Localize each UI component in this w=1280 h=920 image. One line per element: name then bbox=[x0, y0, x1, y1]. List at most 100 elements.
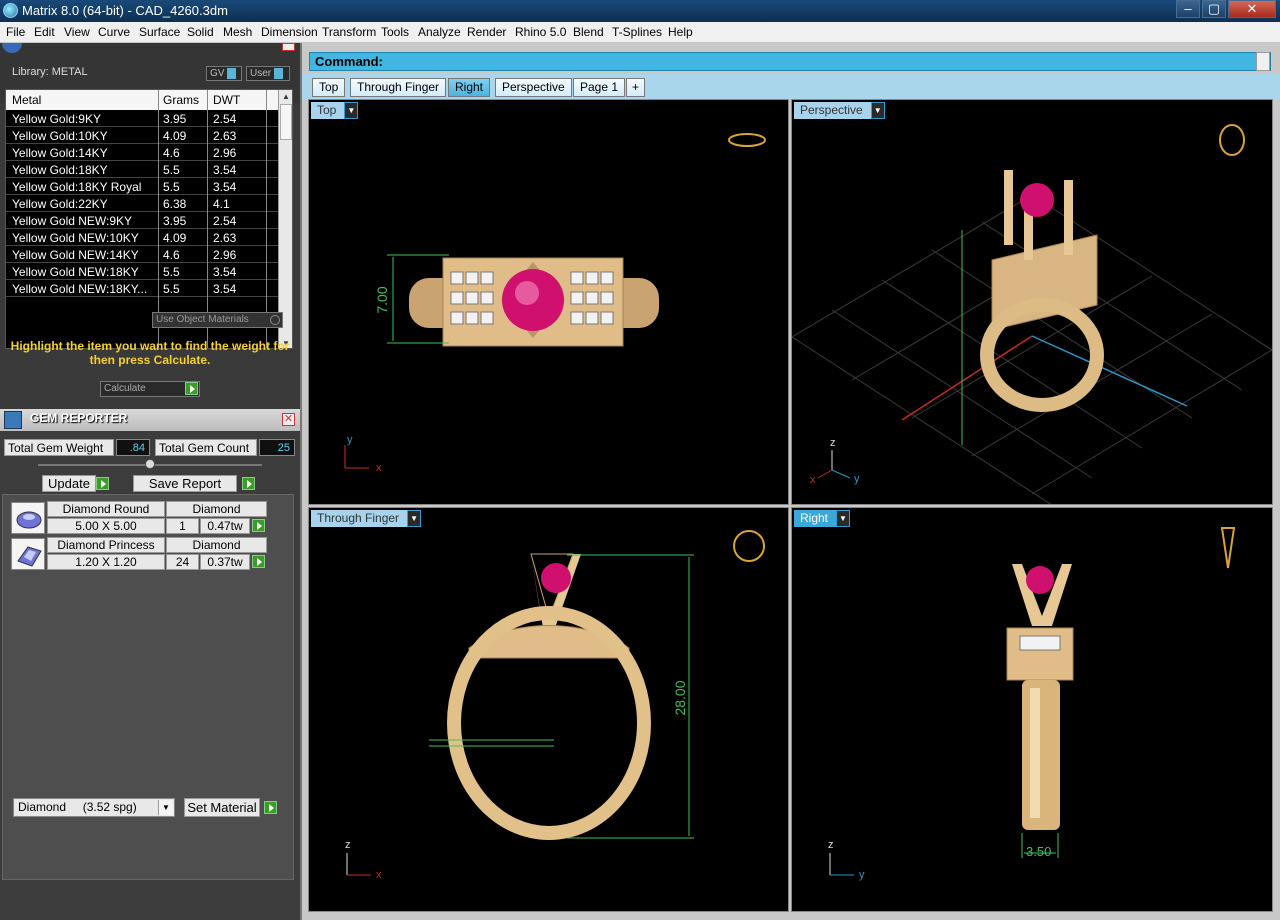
library-close-icon[interactable] bbox=[282, 43, 295, 51]
menu-curve[interactable]: Curve bbox=[98, 25, 130, 39]
princess-gem-icon bbox=[17, 546, 42, 567]
viewport-right[interactable]: Right ▼ 3.50 z y bbox=[791, 507, 1273, 912]
gem-princess-thumbnail bbox=[11, 538, 45, 570]
gem-go-icon[interactable] bbox=[252, 555, 265, 568]
total-gem-count-value: 25 bbox=[259, 439, 295, 456]
maximize-button[interactable]: ▢ bbox=[1202, 0, 1226, 18]
gem-size[interactable]: 1.20 X 1.20 bbox=[47, 554, 165, 570]
metal-row[interactable]: Yellow Gold NEW:14KY 4.6 2.96 bbox=[6, 246, 278, 263]
user-toggle[interactable]: User bbox=[246, 66, 290, 81]
metal-name: Yellow Gold:10KY bbox=[12, 129, 108, 143]
total-gem-count-label: Total Gem Count bbox=[155, 439, 257, 456]
tab-perspective[interactable]: Perspective bbox=[495, 78, 572, 97]
col-divider bbox=[266, 90, 267, 348]
gem-count[interactable]: 1 bbox=[166, 518, 199, 534]
metal-grams: 3.95 bbox=[163, 112, 187, 126]
menu-tsplines[interactable]: T-Splines bbox=[612, 25, 662, 39]
tab-right[interactable]: Right bbox=[448, 78, 491, 97]
col-grams[interactable]: Grams bbox=[163, 93, 199, 107]
gem-shape[interactable]: Diamond Princess bbox=[47, 537, 165, 553]
gem-material[interactable]: Diamond bbox=[166, 537, 267, 553]
gem-count[interactable]: 24 bbox=[166, 554, 199, 570]
set-material-button[interactable]: Set Material bbox=[184, 798, 260, 817]
radio-icon[interactable] bbox=[270, 315, 280, 325]
viewport-perspective[interactable]: Perspective ▼ z y x bbox=[791, 99, 1273, 505]
dimension-3-50: 3.50 bbox=[1026, 844, 1051, 859]
chevron-down-icon[interactable]: ▼ bbox=[158, 800, 173, 815]
calculate-go-icon[interactable] bbox=[185, 382, 198, 395]
splitter-handle[interactable] bbox=[145, 459, 155, 469]
tab-through-finger[interactable]: Through Finger bbox=[350, 78, 447, 97]
calculate-field[interactable]: Calculate bbox=[100, 381, 200, 397]
set-material-go-icon[interactable] bbox=[264, 801, 277, 814]
library-label: Library: METAL bbox=[12, 66, 88, 78]
add-tab-icon[interactable]: + bbox=[626, 78, 646, 97]
use-object-materials-option[interactable]: Use Object Materials bbox=[152, 312, 283, 328]
gem-shape[interactable]: Diamond Round bbox=[47, 501, 165, 517]
gem-reporter-icon bbox=[4, 411, 22, 429]
metal-row[interactable]: Yellow Gold:9KY 3.95 2.54 bbox=[6, 110, 278, 127]
col-dwt[interactable]: DWT bbox=[213, 93, 240, 107]
command-scroll[interactable] bbox=[1256, 52, 1270, 71]
col-divider bbox=[207, 90, 208, 348]
command-bar[interactable]: Command: bbox=[309, 52, 1271, 71]
menu-surface[interactable]: Surface bbox=[139, 25, 180, 39]
material-select[interactable]: Diamond (3.52 spg) ▼ bbox=[13, 798, 175, 817]
metal-row[interactable]: Yellow Gold:14KY 4.6 2.96 bbox=[6, 144, 278, 161]
viewport-top[interactable]: Top ▼ 7.00 y x bbox=[308, 99, 789, 505]
gem-weight[interactable]: 0.37tw bbox=[200, 554, 250, 570]
dimension-7: 7.00 bbox=[374, 286, 390, 313]
metal-row[interactable]: Yellow Gold NEW:18KY 5.5 3.54 bbox=[6, 263, 278, 280]
minimize-button[interactable]: – bbox=[1176, 0, 1200, 18]
metal-row[interactable]: Yellow Gold NEW:9KY 3.95 2.54 bbox=[6, 212, 278, 229]
update-button[interactable]: Update bbox=[42, 475, 96, 492]
save-report-go-icon[interactable] bbox=[242, 477, 255, 490]
metal-row[interactable]: Yellow Gold NEW:10KY 4.09 2.63 bbox=[6, 229, 278, 246]
menu-analyze[interactable]: Analyze bbox=[418, 25, 461, 39]
metal-name: Yellow Gold:22KY bbox=[12, 197, 108, 211]
metal-row[interactable]: Yellow Gold:18KY Royal 5.5 3.54 bbox=[6, 178, 278, 195]
gv-toggle[interactable]: GV bbox=[206, 66, 242, 81]
menu-file[interactable]: File bbox=[6, 25, 25, 39]
menu-blend[interactable]: Blend bbox=[573, 25, 604, 39]
menu-edit[interactable]: Edit bbox=[34, 25, 55, 39]
viewport-through-finger[interactable]: Through Finger ▼ 28.00 z x bbox=[308, 507, 789, 912]
menu-view[interactable]: View bbox=[64, 25, 90, 39]
menu-help[interactable]: Help bbox=[668, 25, 693, 39]
scroll-up-icon[interactable]: ▲ bbox=[282, 92, 290, 101]
save-report-button[interactable]: Save Report bbox=[133, 475, 237, 492]
metal-table-header: Metal Grams DWT bbox=[6, 90, 278, 110]
metal-grams: 6.38 bbox=[163, 197, 187, 211]
update-go-icon[interactable] bbox=[96, 477, 109, 490]
metal-name: Yellow Gold:14KY bbox=[12, 146, 108, 160]
menu-dimension[interactable]: Dimension bbox=[261, 25, 318, 39]
tab-page-1[interactable]: Page 1 bbox=[573, 78, 626, 97]
menu-tools[interactable]: Tools bbox=[381, 25, 409, 39]
gem-material[interactable]: Diamond bbox=[166, 501, 267, 517]
close-window-button[interactable]: ✕ bbox=[1228, 0, 1276, 18]
metal-row[interactable]: Yellow Gold NEW:18KY... 5.5 3.54 bbox=[6, 280, 278, 297]
col-metal[interactable]: Metal bbox=[12, 93, 41, 107]
viewport-tabs: Top Through Finger Right Perspective Pag… bbox=[302, 74, 1280, 100]
menu-solid[interactable]: Solid bbox=[187, 25, 214, 39]
metal-name: Yellow Gold NEW:14KY bbox=[12, 248, 139, 262]
metal-dwt: 3.54 bbox=[213, 163, 237, 177]
metal-dwt: 4.1 bbox=[213, 197, 230, 211]
gem-size[interactable]: 5.00 X 5.00 bbox=[47, 518, 165, 534]
axis-z-label: z bbox=[345, 839, 351, 851]
menu-render[interactable]: Render bbox=[467, 25, 506, 39]
tab-top[interactable]: Top bbox=[312, 78, 346, 97]
scroll-thumb[interactable] bbox=[280, 104, 292, 140]
axis-x-label: x bbox=[376, 462, 382, 474]
gem-go-icon[interactable] bbox=[252, 519, 265, 532]
gem-weight[interactable]: 0.47tw bbox=[200, 518, 250, 534]
menu-mesh[interactable]: Mesh bbox=[223, 25, 252, 39]
menu-transform[interactable]: Transform bbox=[322, 25, 376, 39]
metal-row[interactable]: Yellow Gold:22KY 6.38 4.1 bbox=[6, 195, 278, 212]
user-label: User bbox=[250, 68, 272, 79]
metal-row[interactable]: Yellow Gold:10KY 4.09 2.63 bbox=[6, 127, 278, 144]
menu-rhino[interactable]: Rhino 5.0 bbox=[515, 25, 566, 39]
metal-scrollbar[interactable]: ▲ ▼ bbox=[278, 90, 292, 348]
gem-reporter-close-icon[interactable]: ✕ bbox=[282, 413, 295, 426]
metal-row[interactable]: Yellow Gold:18KY 5.5 3.54 bbox=[6, 161, 278, 178]
